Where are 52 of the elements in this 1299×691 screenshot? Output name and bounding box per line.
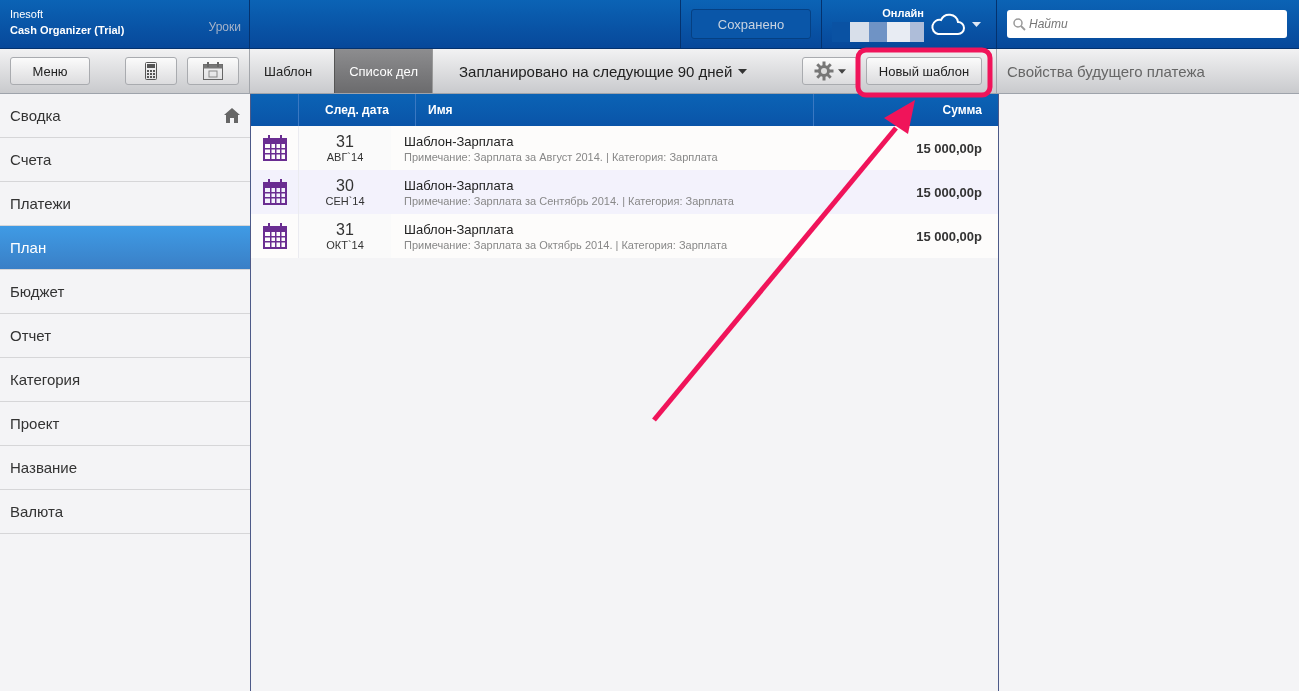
sidebar-item[interactable]: Валюта: [0, 490, 250, 534]
payment-amount: 15 000,00р: [916, 140, 982, 156]
sidebar-item[interactable]: Название: [0, 446, 250, 490]
payment-name: Шаблон-Зарплата: [404, 133, 515, 149]
payment-note: Примечание: Зарплата за Сентябрь 2014. | Категория: Зарплата: [404, 194, 735, 207]
payment-note: Примечание: Зарплата за Август 2014. | Категория: Зарплата: [404, 150, 719, 163]
date-day: 31: [336, 221, 354, 239]
sidebar-item[interactable]: План: [0, 226, 250, 270]
menu-button[interactable]: Меню: [10, 57, 90, 85]
sidebar-item[interactable]: Категория: [0, 358, 250, 402]
sidebar-item[interactable]: Отчет: [0, 314, 250, 358]
calendar-button[interactable]: [187, 57, 239, 85]
settings-button[interactable]: [802, 57, 858, 85]
payment-name: Шаблон-Зарплата: [404, 221, 515, 237]
home-icon: [224, 108, 240, 123]
date-month: ОКТ`14: [326, 239, 364, 251]
date-month: АВГ`14: [326, 151, 364, 163]
cloud-icon[interactable]: [930, 12, 966, 36]
sidebar-item[interactable]: Проект: [0, 402, 250, 446]
payment-note: Примечание: Зарплата за Октябрь 2014. | Категория: Зарплата: [404, 238, 729, 251]
calculator-button[interactable]: [125, 57, 177, 85]
calendar-icon: [262, 135, 287, 161]
view-tab[interactable]: Список дел: [334, 49, 433, 93]
caret-icon: [838, 68, 846, 74]
saved-button[interactable]: Сохранено: [691, 9, 811, 39]
product-name: Cash Organizer (Trial): [10, 24, 125, 36]
date-day: 31: [336, 133, 354, 151]
calendar-icon: [203, 62, 223, 80]
caret-icon: [738, 68, 748, 74]
calculator-icon: [145, 62, 157, 80]
calendar-icon: [262, 179, 287, 205]
lessons-link[interactable]: Уроки: [208, 20, 241, 34]
payment-name: Шаблон-Зарплата: [404, 177, 515, 193]
payment-amount: 15 000,00р: [916, 228, 982, 244]
details-panel-title: Свойства будущего платежа: [1007, 62, 1205, 80]
settings-icon: [814, 61, 834, 81]
sidebar-item[interactable]: Счета: [0, 138, 250, 182]
period-dropdown[interactable]: Запланировано на следующие 90 дней: [433, 49, 762, 93]
new-template-button[interactable]: Новый шаблон: [866, 57, 982, 85]
sidebar-item[interactable]: Сводка: [0, 94, 250, 138]
payment-amount: 15 000,00р: [916, 184, 982, 200]
sidebar-item[interactable]: Бюджет: [0, 270, 250, 314]
column-header[interactable]: След. дата: [299, 94, 415, 126]
caret-icon[interactable]: [972, 21, 981, 27]
calendar-icon: [262, 223, 287, 249]
online-label: Онлайн: [882, 6, 924, 19]
date-day: 30: [336, 177, 354, 195]
view-tab[interactable]: Шаблон: [250, 49, 327, 93]
date-month: СЕН`14: [325, 195, 365, 207]
search-field[interactable]: Найти: [1007, 10, 1287, 38]
vendor-name: Inesoft: [10, 8, 45, 20]
search-icon: [1013, 18, 1026, 31]
